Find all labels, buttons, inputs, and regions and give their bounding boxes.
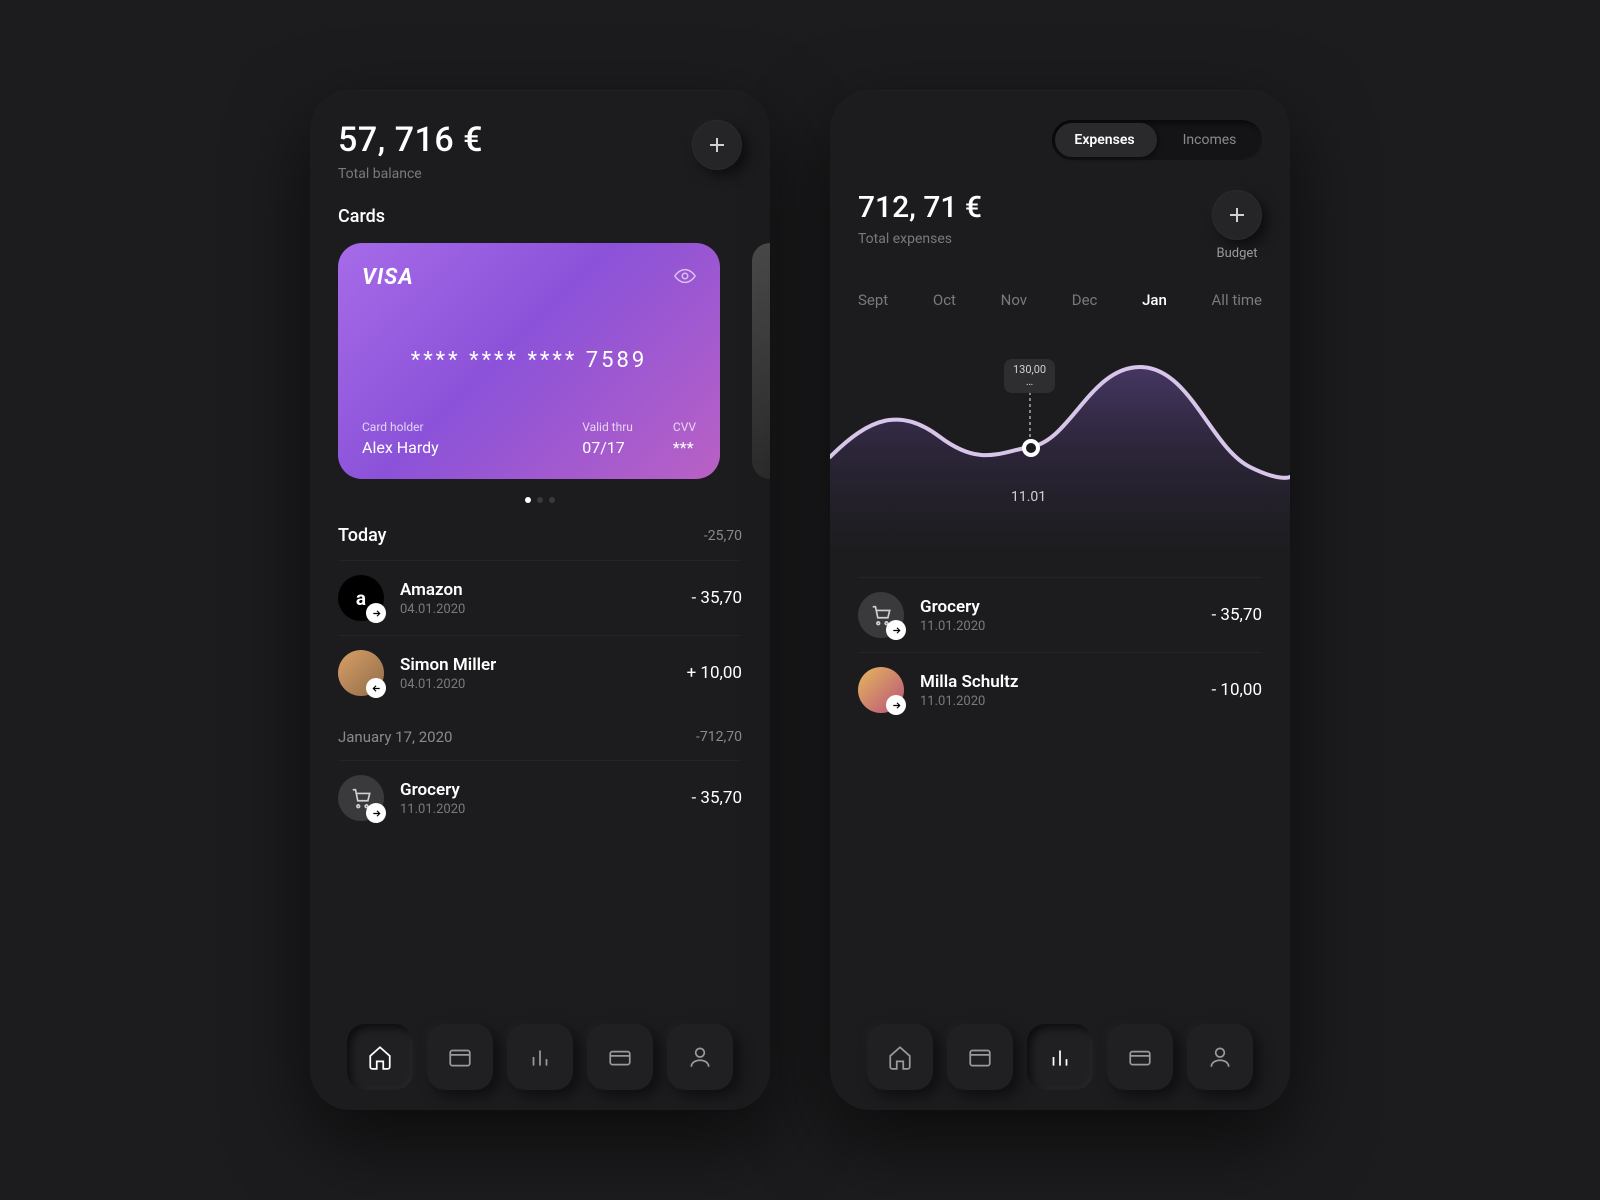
person-avatar [858, 667, 904, 713]
user-icon [1207, 1044, 1233, 1070]
next-card-peek[interactable] [752, 243, 770, 479]
arrow-out-icon [366, 803, 386, 823]
day-title: Today [338, 525, 387, 546]
tx-date: 11.01.2020 [400, 802, 692, 817]
segment-expenses[interactable]: Expenses [1052, 132, 1157, 148]
card-icon [607, 1044, 633, 1070]
month-option[interactable]: Nov [1001, 291, 1027, 309]
month-option[interactable]: All time [1212, 291, 1262, 309]
category-avatar [858, 592, 904, 638]
card-number: **** **** **** 7589 [362, 348, 696, 373]
tab-card[interactable] [1107, 1024, 1173, 1090]
segment-incomes[interactable]: Incomes [1157, 132, 1262, 148]
day-sum: -712,70 [696, 729, 742, 745]
eye-icon[interactable] [674, 265, 696, 287]
tx-name: Grocery [920, 597, 1212, 617]
user-icon [687, 1044, 713, 1070]
tx-name: Milla Schultz [920, 672, 1212, 692]
total-expenses-label: Total expenses [858, 231, 982, 247]
tx-name: Amazon [400, 580, 692, 600]
tab-home[interactable] [347, 1024, 413, 1090]
total-balance-label: Total balance [338, 166, 483, 182]
add-budget-button[interactable] [1212, 190, 1262, 240]
day-sum: -25,70 [704, 528, 742, 544]
transaction-row[interactable]: Simon Miller 04.01.2020 + 10,00 [338, 635, 742, 710]
cards-title: Cards [338, 206, 742, 227]
tab-bar [858, 1004, 1262, 1090]
home-screen: 57, 716 € Total balance Cards VISA **** … [310, 90, 770, 1110]
month-option[interactable]: Jan [1142, 291, 1167, 309]
category-avatar [338, 775, 384, 821]
month-option[interactable]: Sept [858, 291, 888, 309]
tab-profile[interactable] [1187, 1024, 1253, 1090]
transaction-row[interactable]: Grocery 11.01.2020 - 35,70 [858, 577, 1262, 652]
total-expenses: 712, 71 € [858, 190, 982, 225]
total-balance: 57, 716 € [338, 120, 483, 160]
card-pager[interactable] [338, 497, 742, 503]
month-option[interactable]: Oct [933, 291, 956, 309]
merchant-avatar: a [338, 575, 384, 621]
cvv: *** [673, 438, 696, 457]
transaction-row[interactable]: a Amazon 04.01.2020 - 35,70 [338, 560, 742, 635]
day-title: January 17, 2020 [338, 728, 452, 746]
chart-icon [1047, 1044, 1073, 1070]
home-icon [887, 1044, 913, 1070]
plus-icon [1227, 205, 1247, 225]
tab-wallet[interactable] [947, 1024, 1013, 1090]
stats-screen: Expenses Incomes 712, 71 € Total expense… [830, 90, 1290, 1110]
tx-date: 11.01.2020 [920, 694, 1212, 709]
expenses-chart[interactable]: 130,00… 11.01 [830, 317, 1290, 547]
pager-dot[interactable] [549, 497, 555, 503]
arrow-out-icon [886, 695, 906, 715]
holder-label: Card holder [362, 420, 542, 434]
tab-stats[interactable] [1027, 1024, 1093, 1090]
arrow-in-icon [366, 678, 386, 698]
tab-profile[interactable] [667, 1024, 733, 1090]
add-button[interactable] [692, 120, 742, 170]
chart-point[interactable] [1022, 439, 1040, 457]
tx-amount: + 10,00 [687, 663, 742, 683]
cvv-label: CVV [673, 420, 696, 434]
tab-card[interactable] [587, 1024, 653, 1090]
tx-amount: - 35,70 [692, 588, 742, 608]
tx-date: 11.01.2020 [920, 619, 1212, 634]
person-avatar [338, 650, 384, 696]
tab-bar [338, 1004, 742, 1090]
pager-dot[interactable] [537, 497, 543, 503]
segmented-control[interactable]: Expenses Incomes [1052, 120, 1262, 160]
valid-thru: 07/17 [582, 438, 633, 457]
card-brand: VISA [362, 265, 414, 290]
pager-dot[interactable] [525, 497, 531, 503]
transaction-row[interactable]: Grocery 11.01.2020 - 35,70 [338, 760, 742, 835]
plus-icon [707, 135, 727, 155]
transaction-row[interactable]: Milla Schultz 11.01.2020 - 10,00 [858, 652, 1262, 727]
budget-label: Budget [1216, 246, 1257, 261]
tab-home[interactable] [867, 1024, 933, 1090]
month-picker[interactable]: Sept Oct Nov Dec Jan All time [858, 291, 1262, 309]
tx-amount: - 35,70 [692, 788, 742, 808]
tx-date: 04.01.2020 [400, 602, 692, 617]
home-icon [367, 1044, 393, 1070]
tx-date: 04.01.2020 [400, 677, 687, 692]
wallet-icon [447, 1044, 473, 1070]
holder-name: Alex Hardy [362, 438, 542, 457]
arrow-out-icon [366, 603, 386, 623]
valid-label: Valid thru [582, 420, 633, 434]
arrow-out-icon [886, 620, 906, 640]
tx-name: Simon Miller [400, 655, 687, 675]
month-option[interactable]: Dec [1072, 291, 1098, 309]
chart-tooltip: 130,00… [1004, 359, 1055, 393]
tx-amount: - 35,70 [1212, 605, 1262, 625]
credit-card[interactable]: VISA **** **** **** 7589 Card holder Ale… [338, 243, 720, 479]
card-icon [1127, 1044, 1153, 1070]
tx-name: Grocery [400, 780, 692, 800]
wallet-icon [967, 1044, 993, 1070]
chart-point-date: 11.01 [1011, 489, 1046, 505]
chart-icon [527, 1044, 553, 1070]
tx-amount: - 10,00 [1212, 680, 1262, 700]
tab-wallet[interactable] [427, 1024, 493, 1090]
tab-stats[interactable] [507, 1024, 573, 1090]
